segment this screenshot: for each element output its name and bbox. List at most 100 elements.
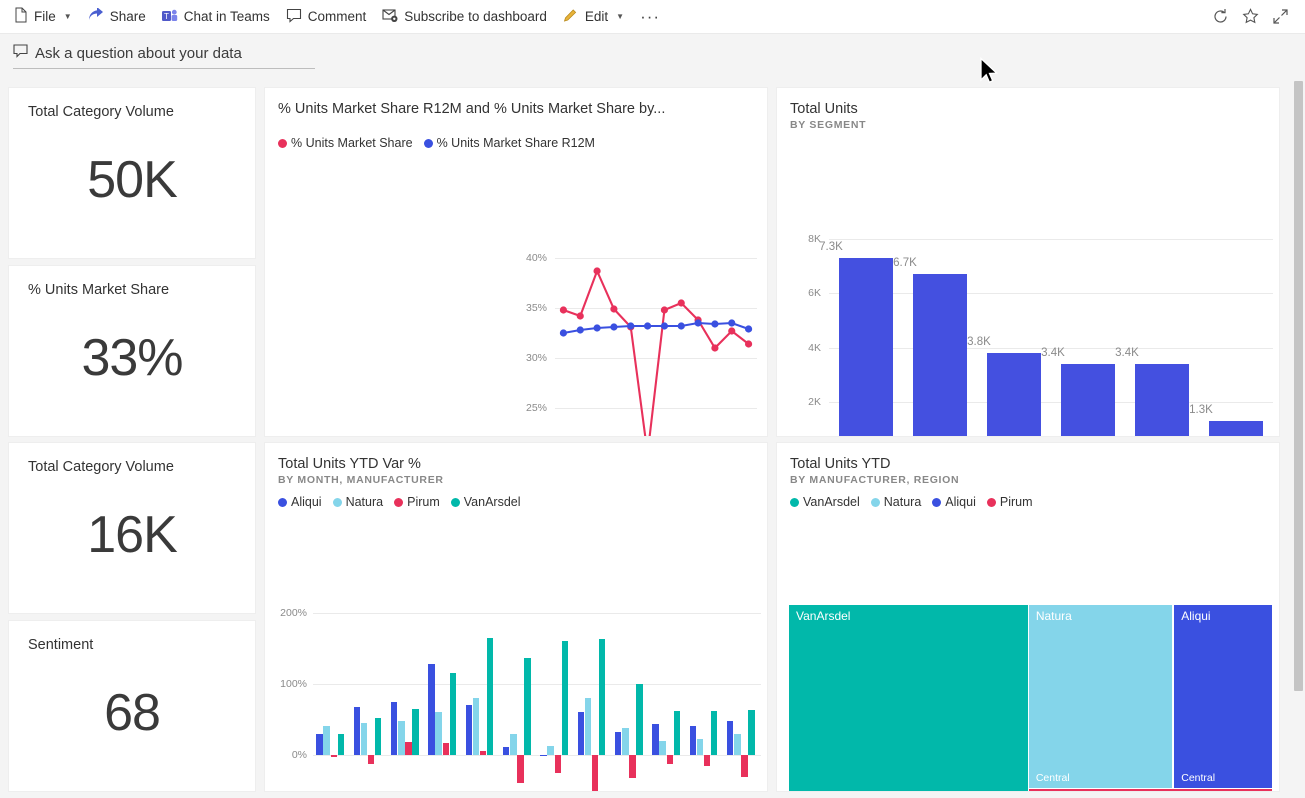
- bar-segment[interactable]: [704, 755, 710, 766]
- bar-segment[interactable]: [1061, 364, 1114, 437]
- data-point[interactable]: [577, 312, 584, 319]
- comment-button[interactable]: Comment: [278, 3, 375, 31]
- bar-segment[interactable]: [391, 702, 397, 755]
- data-point[interactable]: [560, 306, 567, 313]
- bar-segment[interactable]: [398, 721, 404, 755]
- bar-segment[interactable]: [450, 673, 456, 755]
- data-point[interactable]: [644, 322, 651, 329]
- bar-segment[interactable]: [592, 755, 598, 792]
- bar-segment[interactable]: [578, 712, 584, 755]
- scrollbar-thumb[interactable]: [1294, 81, 1303, 691]
- bar-segment[interactable]: [727, 721, 733, 755]
- bar-segment[interactable]: [562, 641, 568, 755]
- treemap-cell[interactable]: VanArsdelCentral: [789, 605, 1028, 792]
- bar-segment[interactable]: [510, 734, 516, 755]
- bar-segment[interactable]: [839, 258, 892, 437]
- treemap-cell[interactable]: NaturaCentral: [1029, 605, 1172, 788]
- bar-segment[interactable]: [667, 755, 673, 764]
- bar-segment[interactable]: [652, 724, 658, 755]
- edit-button[interactable]: Edit ▼: [555, 3, 632, 31]
- subscribe-to-dashboard-button[interactable]: Subscribe to dashboard: [374, 3, 555, 31]
- bar-segment[interactable]: [323, 726, 329, 755]
- bar-segment[interactable]: [316, 734, 322, 755]
- bar-segment[interactable]: [466, 705, 472, 755]
- bar-segment[interactable]: [331, 755, 337, 757]
- fullscreen-icon[interactable]: [1265, 3, 1295, 31]
- bar-segment[interactable]: [1209, 421, 1262, 437]
- tile-total-units-ytd-var-column-chart[interactable]: Total Units YTD Var % BY MONTH, MANUFACT…: [264, 442, 768, 792]
- tile-sentiment[interactable]: Sentiment 68: [8, 620, 256, 792]
- bar-segment[interactable]: [674, 711, 680, 755]
- data-point[interactable]: [661, 306, 668, 313]
- bar-segment[interactable]: [690, 726, 696, 755]
- bar-segment[interactable]: [368, 755, 374, 764]
- bar-segment[interactable]: [629, 755, 635, 778]
- data-point[interactable]: [711, 344, 718, 351]
- bar-segment[interactable]: [636, 684, 642, 755]
- data-point[interactable]: [627, 322, 634, 329]
- bar-segment[interactable]: [412, 709, 418, 755]
- bar-segment[interactable]: [473, 698, 479, 755]
- bar-segment[interactable]: [599, 639, 605, 755]
- bar-segment[interactable]: [405, 742, 411, 755]
- bar-segment[interactable]: [435, 712, 441, 755]
- bar-segment[interactable]: [622, 728, 628, 755]
- tile-total-units-ytd-treemap[interactable]: Total Units YTD BY MANUFACTURER, REGION …: [776, 442, 1280, 792]
- bar-segment[interactable]: [524, 658, 530, 755]
- bar-segment[interactable]: [987, 353, 1040, 437]
- refresh-icon[interactable]: [1205, 3, 1235, 31]
- treemap-cell[interactable]: AliquiCentral: [1174, 605, 1272, 788]
- bar-segment[interactable]: [487, 638, 493, 755]
- bar-segment[interactable]: [517, 755, 523, 783]
- bar-segment[interactable]: [354, 707, 360, 755]
- bar-segment[interactable]: [480, 751, 486, 755]
- bar-segment[interactable]: [338, 734, 344, 755]
- data-point[interactable]: [577, 326, 584, 333]
- data-point[interactable]: [678, 322, 685, 329]
- bar-segment[interactable]: [734, 734, 740, 755]
- bar-segment[interactable]: [547, 746, 553, 755]
- bar-segment[interactable]: [555, 755, 561, 773]
- chat-in-teams-button[interactable]: T Chat in Teams: [154, 3, 278, 31]
- tile-total-category-volume-50k[interactable]: Total Category Volume 50K: [8, 87, 256, 259]
- data-point[interactable]: [711, 320, 718, 327]
- data-point[interactable]: [560, 329, 567, 336]
- bar-segment[interactable]: [428, 664, 434, 755]
- bar-segment[interactable]: [741, 755, 747, 777]
- data-point[interactable]: [694, 319, 701, 326]
- file-menu-button[interactable]: File ▼: [6, 3, 80, 31]
- data-point[interactable]: [728, 327, 735, 334]
- qna-input[interactable]: Ask a question about your data: [13, 44, 315, 69]
- treemap-cell[interactable]: PirumCentral: [1029, 789, 1272, 792]
- bar-segment[interactable]: [443, 743, 449, 755]
- tile-units-market-share-33[interactable]: % Units Market Share 33%: [8, 265, 256, 437]
- data-point[interactable]: [678, 299, 685, 306]
- bar-segment[interactable]: [615, 732, 621, 755]
- bar-segment[interactable]: [503, 747, 509, 755]
- data-point[interactable]: [610, 323, 617, 330]
- data-point[interactable]: [745, 340, 752, 347]
- data-point[interactable]: [610, 305, 617, 312]
- bar-segment[interactable]: [913, 274, 966, 437]
- bar-segment[interactable]: [585, 698, 591, 755]
- bar-segment[interactable]: [361, 723, 367, 755]
- bar-segment[interactable]: [1135, 364, 1188, 437]
- data-point[interactable]: [593, 267, 600, 274]
- tile-total-category-volume-16k[interactable]: Total Category Volume 16K: [8, 442, 256, 614]
- bar-segment[interactable]: [748, 710, 754, 755]
- favorite-star-icon[interactable]: [1235, 3, 1265, 31]
- bar-segment[interactable]: [375, 718, 381, 755]
- bar-segment[interactable]: [659, 741, 665, 755]
- vertical-scrollbar[interactable]: [1292, 79, 1305, 798]
- data-point[interactable]: [593, 324, 600, 331]
- bar-segment[interactable]: [711, 711, 717, 755]
- data-point[interactable]: [728, 319, 735, 326]
- bar-segment[interactable]: [697, 739, 703, 755]
- data-point[interactable]: [745, 325, 752, 332]
- bar-segment[interactable]: [540, 755, 546, 756]
- data-point[interactable]: [661, 322, 668, 329]
- share-button[interactable]: Share: [80, 3, 154, 31]
- more-options-button[interactable]: ···: [632, 7, 668, 27]
- tile-units-market-share-line-chart[interactable]: % Units Market Share R12M and % Units Ma…: [264, 87, 768, 437]
- tile-total-units-bar-chart[interactable]: Total Units BY SEGMENT 0K2K4K6K8K7.3K6.7…: [776, 87, 1280, 437]
